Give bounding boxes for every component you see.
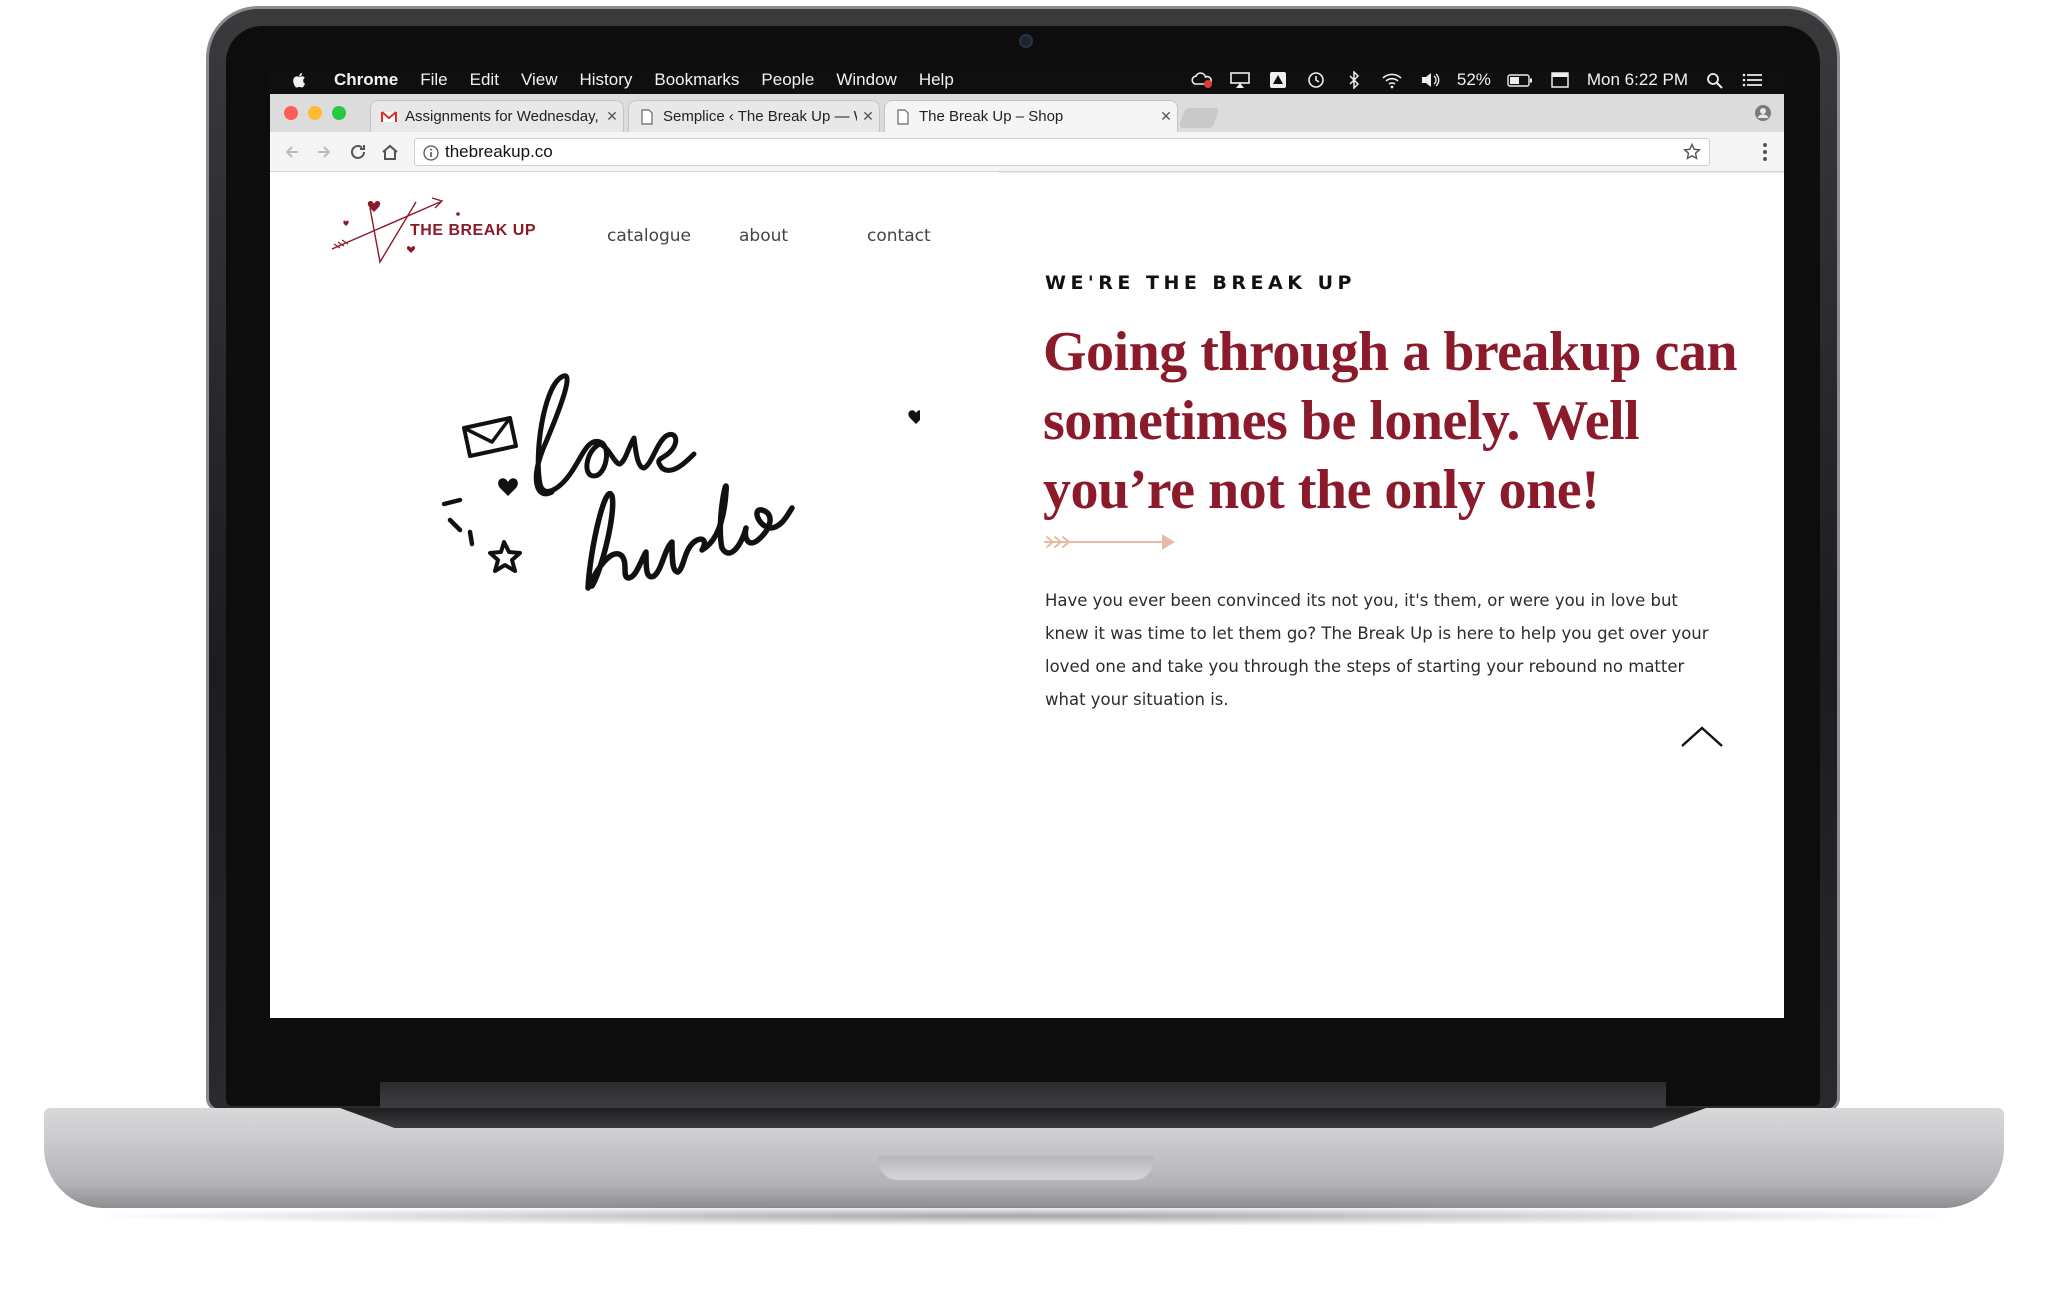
- volume-icon[interactable]: [1419, 71, 1441, 89]
- back-icon[interactable]: [282, 142, 302, 162]
- info-icon[interactable]: [423, 145, 439, 161]
- bluetooth-icon[interactable]: [1343, 71, 1365, 89]
- window-close-button[interactable]: [284, 106, 298, 120]
- scroll-to-top-chevron-icon[interactable]: [1680, 724, 1724, 750]
- page-icon: [641, 108, 653, 125]
- forward-icon[interactable]: [314, 142, 334, 162]
- profile-icon[interactable]: [1754, 104, 1772, 122]
- drive-icon[interactable]: [1267, 71, 1289, 89]
- apple-icon[interactable]: [292, 71, 308, 89]
- calendar-icon[interactable]: [1549, 71, 1571, 89]
- address-bar[interactable]: thebreakup.co: [414, 138, 1710, 166]
- nav-catalogue[interactable]: catalogue: [607, 226, 691, 246]
- notification-center-icon[interactable]: [1742, 71, 1764, 89]
- tab-close-icon[interactable]: ✕: [857, 108, 879, 125]
- nav-about[interactable]: about: [739, 226, 788, 246]
- url-text: thebreakup.co: [445, 142, 553, 161]
- tab-assignments[interactable]: Assignments for Wednesday, M ✕: [370, 100, 624, 132]
- status-area: 52% Mon 6:22 PM: [1191, 66, 1764, 94]
- menu-app-name[interactable]: Chrome: [334, 70, 398, 90]
- intro-paragraph: Have you ever been convinced its not you…: [1045, 591, 1709, 709]
- home-icon[interactable]: [380, 142, 400, 162]
- reload-icon[interactable]: [348, 142, 368, 162]
- window-zoom-button[interactable]: [332, 106, 346, 120]
- wifi-icon[interactable]: [1381, 71, 1403, 89]
- star-icon: [488, 540, 522, 573]
- header-divider: [998, 172, 1784, 173]
- heart-icon: [908, 410, 920, 424]
- new-tab-button[interactable]: [1178, 108, 1220, 128]
- envelope-icon: [462, 416, 518, 458]
- menu-help[interactable]: Help: [919, 70, 954, 90]
- window-minimize-button[interactable]: [308, 106, 322, 120]
- menu-history[interactable]: History: [579, 70, 632, 90]
- tab-the-break-up-shop[interactable]: The Break Up – Shop ✕: [884, 100, 1178, 132]
- hero-headline: Going through a breakup can sometimes be…: [1043, 321, 1737, 521]
- airplay-icon[interactable]: [1229, 71, 1251, 89]
- heart-icon: [498, 478, 518, 496]
- tab-title: Assignments for Wednesday, M: [405, 108, 601, 125]
- tab-strip: Assignments for Wednesday, M ✕ Semplice …: [270, 94, 1784, 132]
- tab-close-icon[interactable]: ✕: [1155, 108, 1177, 125]
- menu-file[interactable]: File: [420, 70, 447, 90]
- tab-close-icon[interactable]: ✕: [601, 108, 623, 125]
- tab-title: Semplice ‹ The Break Up — W: [663, 108, 857, 125]
- time-machine-icon[interactable]: [1305, 71, 1327, 89]
- page-icon: [897, 108, 909, 125]
- clock[interactable]: Mon 6:22 PM: [1587, 70, 1688, 90]
- screen: Chrome File Edit View History Bookmarks …: [270, 66, 1784, 1018]
- laptop-shadow: [70, 1206, 1978, 1226]
- arrow-divider-icon: [1044, 534, 1175, 550]
- spotlight-search-icon[interactable]: [1704, 71, 1726, 89]
- menu-people[interactable]: People: [761, 70, 814, 90]
- menu-edit[interactable]: Edit: [470, 70, 499, 90]
- menu-view[interactable]: View: [521, 70, 558, 90]
- love-hurts-illustration: [441, 373, 920, 591]
- battery-percent: 52%: [1456, 70, 1491, 89]
- camera-icon: [1019, 34, 1033, 48]
- trackpad-notch: [878, 1156, 1154, 1180]
- web-page: THE BREAK UP catalogue about contact WE'…: [270, 172, 1784, 1018]
- creative-cloud-icon[interactable]: [1191, 71, 1213, 89]
- chrome-menu-icon[interactable]: [1762, 142, 1768, 162]
- logo-text[interactable]: THE BREAK UP: [410, 222, 536, 240]
- menu-bar: Chrome File Edit View History Bookmarks …: [270, 66, 1784, 94]
- tab-semplice[interactable]: Semplice ‹ The Break Up — W ✕: [628, 100, 880, 132]
- gmail-icon: [381, 110, 397, 122]
- battery-icon[interactable]: [1507, 71, 1533, 89]
- menu-window[interactable]: Window: [836, 70, 896, 90]
- keyboard-strip: [340, 1108, 1706, 1128]
- eyebrow-heading: WE'RE THE BREAK UP: [1045, 272, 1356, 294]
- tab-title: The Break Up – Shop: [919, 108, 1064, 125]
- bookmark-star-icon[interactable]: [1683, 143, 1701, 161]
- menu-bookmarks[interactable]: Bookmarks: [654, 70, 739, 90]
- nav-contact[interactable]: contact: [867, 226, 931, 246]
- browser-toolbar: thebreakup.co: [270, 132, 1784, 172]
